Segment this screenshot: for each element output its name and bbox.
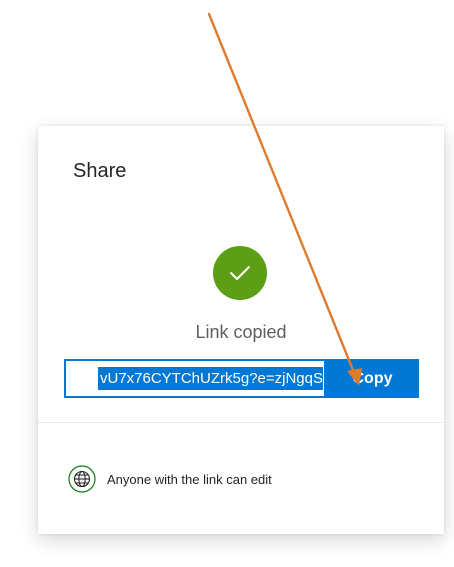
permission-label: Anyone with the link can edit [107,471,272,487]
share-link-field[interactable]: vU7x76CYTChUZrk5g?e=zjNgqS [64,359,326,398]
checkmark-icon [230,266,250,280]
divider [38,422,444,423]
success-badge [213,246,267,300]
copy-button[interactable]: Copy [326,359,419,398]
dialog-title: Share [73,160,127,182]
globe-icon [68,465,96,493]
link-copied-status: Link copied [195,322,287,342]
share-link-value: vU7x76CYTChUZrk5g?e=zjNgqS [97,367,323,390]
link-permission-setting[interactable]: Anyone with the link can edit [68,465,272,493]
share-dialog: Share Link copied vU7x76CYTChUZrk5g?e=zj… [38,126,444,534]
